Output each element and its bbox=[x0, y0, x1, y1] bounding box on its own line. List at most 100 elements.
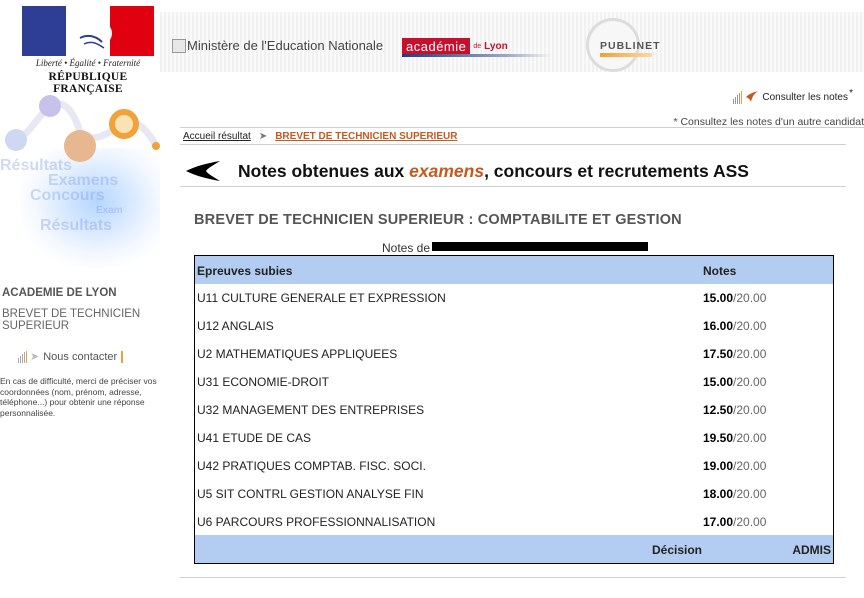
swoosh-icon bbox=[746, 91, 759, 102]
result-subject: U32 MANAGEMENT DES ENTREPRISES bbox=[197, 403, 425, 417]
result-score: 19.50/20.00 bbox=[703, 431, 766, 445]
result-score: 16.00/20.00 bbox=[703, 319, 766, 333]
result-score: 18.00/20.00 bbox=[703, 487, 766, 501]
result-max: /20.00 bbox=[733, 459, 767, 473]
title-divider bbox=[180, 186, 846, 187]
result-note: 12.50 bbox=[703, 403, 734, 417]
decision-row: Décision ADMIS bbox=[195, 535, 833, 563]
site-header: Liberté • Égalité • Fraternité RÉPUBLIQU… bbox=[0, 0, 864, 95]
result-row: U5 SIT CONTRL GESTION ANALYSE FIN 18.00/2… bbox=[195, 480, 833, 508]
result-row: U42 PRATIQUES COMPTAB. FISC. SOCI. 19.00/… bbox=[195, 452, 833, 480]
result-note: 17.00 bbox=[703, 515, 734, 529]
result-max: /20.00 bbox=[733, 347, 767, 361]
breadcrumb: Accueil résultat ➤ BREVET DE TECHNICIEN … bbox=[183, 131, 457, 142]
breadcrumb-divider bbox=[180, 144, 846, 145]
column-header-notes: Notes bbox=[703, 264, 737, 278]
title-emphasis: examens bbox=[409, 160, 485, 181]
result-max: /20.00 bbox=[733, 319, 767, 333]
broken-image-icon bbox=[172, 38, 186, 53]
academie-lyon-logo[interactable]: académie de Lyon bbox=[402, 36, 508, 56]
republique-francaise-logo[interactable]: Liberté • Égalité • Fraternité RÉPUBLIQU… bbox=[22, 6, 154, 95]
results-table: Epreuves subies Notes U11 CULTURE GENERA… bbox=[194, 255, 834, 564]
page-title-row: Notes obtenues aux examens, concours et … bbox=[184, 160, 749, 182]
breadcrumb-current-link[interactable]: BREVET DE TECHNICIEN SUPERIEUR bbox=[275, 131, 457, 142]
result-subject: U31 ECONOMIE-DROIT bbox=[197, 375, 330, 389]
breadcrumb-home-link[interactable]: Accueil résultat bbox=[183, 131, 251, 142]
publinet-label: PUBLINET bbox=[600, 40, 661, 52]
sidebar-illustration: Résultats Examens Concours Exam Résultats bbox=[0, 88, 160, 268]
bubble-chain-icon bbox=[5, 95, 160, 162]
result-subject: U11 CULTURE GENERALE ET EXPRESSION bbox=[197, 291, 446, 305]
sidebar-art-word: Examens bbox=[48, 172, 119, 189]
contact-link[interactable]: ➤ Nous contacter bbox=[18, 350, 124, 363]
result-subject: U2 MATHEMATIQUES APPLIQUEES bbox=[197, 347, 398, 361]
contact-label: Nous contacter bbox=[43, 350, 118, 363]
result-max: /20.00 bbox=[733, 515, 767, 529]
academie-word: académie bbox=[402, 37, 471, 55]
result-row: U41 ETUDE DE CAS 19.50/20.00 bbox=[195, 424, 833, 452]
academie-de: de bbox=[473, 42, 482, 50]
result-note: 17.50 bbox=[703, 347, 734, 361]
arrow-bullet-icon bbox=[186, 161, 220, 181]
decision-value: ADMIS bbox=[792, 543, 831, 557]
title-before: Notes obtenues aux bbox=[238, 160, 410, 181]
publinet-bar bbox=[600, 53, 652, 57]
notes-de-line: Notes de bbox=[382, 241, 649, 255]
result-max: /20.00 bbox=[733, 291, 767, 305]
marianne-icon bbox=[68, 14, 113, 54]
sidebar-exam: BREVET DE TECHNICIEN SUPERIEUR bbox=[2, 308, 141, 332]
result-row: U11 CULTURE GENERALE ET EXPRESSION 15.00/… bbox=[195, 284, 833, 312]
sidebar-help-text: En cas de difficulté, merci de préciser … bbox=[0, 376, 157, 418]
result-row: U2 MATHEMATIQUES APPLIQUEES 17.50/20.00 bbox=[195, 340, 833, 368]
rf-motto: Liberté • Égalité • Fraternité bbox=[35, 58, 141, 68]
result-note: 18.00 bbox=[703, 487, 734, 501]
result-note: 19.00 bbox=[703, 459, 734, 473]
result-note: 19.50 bbox=[703, 431, 734, 445]
result-subject: U12 ANGLAIS bbox=[197, 319, 274, 333]
contact-end-bar bbox=[121, 350, 124, 363]
result-subject: U42 PRATIQUES COMPTAB. FISC. SOCI. bbox=[197, 459, 426, 473]
consult-notes-link[interactable]: Consulter les notes * bbox=[733, 88, 853, 104]
result-score: 17.00/20.00 bbox=[703, 515, 766, 529]
result-score: 12.50/20.00 bbox=[703, 403, 766, 417]
result-max: /20.00 bbox=[733, 375, 767, 389]
bars-icon bbox=[733, 90, 743, 104]
academie-underline bbox=[402, 54, 552, 57]
breadcrumb-arrow-icon: ➤ bbox=[258, 131, 268, 142]
ministere-label: Ministère de l'Education Nationale bbox=[187, 38, 384, 53]
sidebar-academie: ACADEMIE DE LYON bbox=[2, 287, 117, 299]
page-title: Notes obtenues aux examens, concours et … bbox=[238, 161, 749, 182]
sidebar-art-word: Concours bbox=[30, 187, 105, 204]
result-score: 17.50/20.00 bbox=[703, 347, 766, 361]
result-subject: U5 SIT CONTRL GESTION ANALYSE FIN bbox=[197, 487, 424, 501]
publinet-logo[interactable]: PUBLINET bbox=[586, 18, 666, 72]
title-after: , concours et recrutements ASS bbox=[484, 160, 749, 181]
result-score: 15.00/20.00 bbox=[703, 375, 766, 389]
result-max: /20.00 bbox=[733, 403, 767, 417]
sidebar-art-word: Exam bbox=[96, 205, 123, 216]
result-row: U12 ANGLAIS 16.00/20.00 bbox=[195, 312, 833, 340]
result-row: U31 ECONOMIE-DROIT 15.00/20.00 bbox=[195, 368, 833, 396]
result-max: /20.00 bbox=[733, 487, 767, 501]
footer-divider bbox=[180, 577, 846, 578]
result-max: /20.00 bbox=[733, 431, 767, 445]
consult-notes-label: Consulter les notes bbox=[762, 91, 848, 103]
result-note: 15.00 bbox=[703, 375, 734, 389]
ministere-link[interactable]: Ministère de l'Education Nationale bbox=[172, 38, 383, 53]
sidebar-art-words: Résultats Examens Concours Exam Résultats bbox=[0, 158, 123, 234]
result-subject: U6 PARCOURS PROFESSIONNALISATION bbox=[197, 515, 436, 529]
result-row: U6 PARCOURS PROFESSIONNALISATION 17.00/20… bbox=[195, 508, 833, 536]
consult-star: * bbox=[849, 88, 853, 99]
top-divider bbox=[180, 127, 864, 128]
notes-de-label: Notes de bbox=[382, 241, 431, 255]
exam-heading: BREVET DE TECHNICIEN SUPERIEUR : COMPTAB… bbox=[194, 212, 682, 228]
results-table-header: Epreuves subies Notes bbox=[195, 256, 833, 284]
result-note: 16.00 bbox=[703, 319, 734, 333]
result-subject: U41 ETUDE DE CAS bbox=[197, 431, 312, 445]
academie-city: Lyon bbox=[484, 40, 508, 52]
sidebar-art-word: Résultats bbox=[40, 217, 113, 234]
result-score: 15.00/20.00 bbox=[703, 291, 766, 305]
contact-arrow-icon: ➤ bbox=[30, 351, 40, 363]
result-row: U32 MANAGEMENT DES ENTREPRISES 12.50/20.0… bbox=[195, 396, 833, 424]
redacted-candidate-name bbox=[432, 241, 649, 255]
